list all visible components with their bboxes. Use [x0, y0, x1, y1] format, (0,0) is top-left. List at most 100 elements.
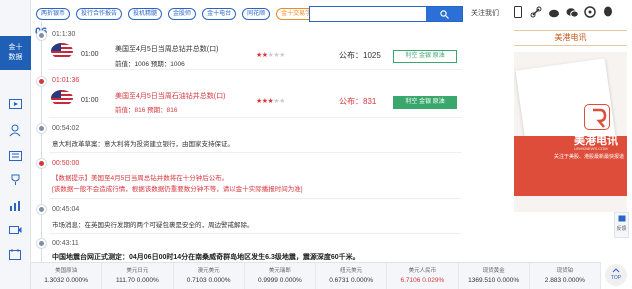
- camera-icon[interactable]: [7, 222, 23, 238]
- jin10-logo[interactable]: 金十 数据: [0, 36, 31, 70]
- timeline-dot: [37, 124, 46, 133]
- divider: [49, 152, 462, 153]
- timeline-dot: [37, 31, 46, 40]
- left-sidebar: 金十 数据: [0, 0, 31, 289]
- ticker-value: 1.3032: [44, 277, 65, 284]
- search-box: [309, 6, 463, 22]
- calendar-icon[interactable]: [7, 246, 23, 262]
- search-button[interactable]: [426, 7, 462, 21]
- ticker-item[interactable]: 美元瑞郎 0.9999 0.000%: [245, 263, 316, 289]
- ticker-value: 111.70: [115, 277, 135, 284]
- quote-ticker: 美国原油 1.3032 0.000% 美元日元 111.70 0.000% 澳元美元…: [31, 262, 601, 289]
- ticker-change: 0.000%: [65, 277, 88, 284]
- impact-badge: 利空 金银 原油: [393, 50, 457, 63]
- ad-banner[interactable]: 美港电讯 USHKNEWS.COM 关注于美股、港股最新最快报道: [514, 52, 627, 212]
- divider: [49, 233, 462, 234]
- chevron-up-icon: [612, 268, 620, 273]
- event-release-time: 01:00: [81, 51, 99, 58]
- ticker-item[interactable]: 美元人民币 6.7106 0.029%: [387, 263, 459, 289]
- divider: [49, 117, 462, 118]
- timeline-dot: [37, 205, 46, 214]
- ticker-name: 澳元美元: [197, 268, 220, 274]
- ticker-change: 0.000%: [497, 277, 520, 284]
- back-to-top-button[interactable]: TOP: [605, 264, 627, 286]
- us-flag-icon: [51, 43, 73, 59]
- news-time: 00:43:11: [52, 240, 79, 247]
- news-text[interactable]: 意大利改革草案：意大利将为投资建立银行，由国家支持保证。: [52, 138, 234, 148]
- ticker-change: 0.029%: [422, 277, 445, 284]
- ticker-value: 0.9999: [258, 277, 278, 284]
- news-icon[interactable]: [7, 148, 23, 164]
- trophy-icon[interactable]: [7, 172, 23, 188]
- divider: [49, 69, 462, 70]
- ticker-item[interactable]: 美国原油 1.3032 0.000%: [31, 263, 103, 289]
- search-input[interactable]: [310, 7, 424, 21]
- ticker-name: 美元瑞郎: [268, 268, 291, 274]
- tag-5[interactable]: 同花顺: [242, 8, 271, 20]
- ticker-item[interactable]: 澳元美元 0.7103 0.000%: [174, 263, 245, 289]
- tag-0[interactable]: 两折银币: [36, 8, 71, 20]
- event-time: 01:1:30: [52, 31, 76, 38]
- tag-4[interactable]: 金十电台: [202, 8, 237, 20]
- news-time: 00:45:04: [52, 206, 80, 213]
- news-feed: 06 01:1:30 01:00 美国至4月5日当周总钻井总数(口) 前值：10…: [31, 22, 464, 262]
- event-release-time: 01:00: [81, 97, 99, 104]
- mobile-icon[interactable]: [511, 5, 525, 19]
- ad-slogan: 关注于美股、港股最新最快报道: [554, 154, 625, 160]
- weibo-icon[interactable]: [547, 5, 561, 19]
- news-text[interactable]: 中国地震台网正式测定：04月06日00时14分在南桑威奇群岛地区发生6.3级地震…: [52, 252, 360, 262]
- timeline-dot: [37, 159, 46, 168]
- importance-stars: ★★★★★: [256, 52, 285, 59]
- user-icon[interactable]: [7, 122, 23, 138]
- ticker-item[interactable]: 现货铂 2.883 0.000%: [530, 263, 601, 289]
- event-published-value: 公布：1025: [339, 51, 381, 60]
- ticker-change: 0.000%: [136, 277, 159, 284]
- ticker-name: 美国原油: [55, 268, 78, 274]
- wechat-icon[interactable]: [565, 5, 579, 19]
- ticker-name: 现货铂: [556, 268, 574, 274]
- event-published-value: 公布：831: [339, 97, 377, 106]
- qq-icon[interactable]: [601, 5, 615, 19]
- ticker-name: 美元人民币: [408, 268, 437, 274]
- top-label: TOP: [610, 275, 622, 281]
- event-time: 01:01:36: [52, 77, 80, 84]
- news-text[interactable]: 市场消息：在英国央行发期的两个可疑包裹是安全的，周边警戒解除。: [52, 219, 254, 229]
- ticker-item[interactable]: 现货黄金 1369.510 0.000%: [459, 263, 530, 289]
- news-time: 00:54:02: [52, 125, 80, 132]
- news-text-note: [该数据一般不会造成行情，根据该数据仍重要数分钟不等，请以金十实际播报时间为准]: [52, 186, 303, 193]
- news-text[interactable]: 【数据提示】美国至4月5日当周总钻井数将在十分钟后公布。: [52, 172, 228, 182]
- feedback-button[interactable]: 反馈: [614, 212, 629, 238]
- ticker-name: 现货黄金: [482, 268, 505, 274]
- tag-2[interactable]: 投机精髓: [128, 8, 163, 20]
- video-icon[interactable]: [7, 96, 23, 112]
- ticker-value: 0.6731: [329, 277, 350, 284]
- ticker-value: 0.7103: [186, 277, 207, 284]
- ticker-item[interactable]: 美元日元 111.70 0.000%: [102, 263, 174, 289]
- tag-3[interactable]: 金股师: [168, 8, 197, 20]
- link-icon[interactable]: [529, 5, 543, 19]
- chart-icon[interactable]: [7, 198, 23, 214]
- app-root: 金十 数据 两折银币 投行合作报告 投机精髓 金股师 金十电台 同花顺 金十交易…: [0, 0, 632, 289]
- divider: [49, 198, 462, 199]
- timeline-dot: [37, 239, 46, 248]
- ticker-change: 0.000%: [208, 277, 231, 284]
- us-flag-icon: [51, 90, 73, 106]
- ticker-name: 纽元美元: [340, 268, 363, 274]
- event-title[interactable]: 美国至4月5日当周石油钻井总数(口): [115, 91, 225, 101]
- search-icon: [439, 9, 449, 19]
- feedback-label: 反馈: [616, 226, 627, 232]
- top-tag-bar: 两折银币 投行合作报告 投机精髓 金股师 金十电台 同花顺 金十交易学院: [36, 8, 323, 20]
- follow-us-label: 关注我们: [471, 10, 499, 17]
- news-time: 00:50:00: [52, 160, 80, 167]
- ticker-value: 2.883: [544, 277, 562, 284]
- impact-badge: 利空 金银 原油: [393, 96, 457, 109]
- wheel-icon[interactable]: [583, 5, 597, 19]
- ad-url: USHKNEWS.COM: [574, 146, 608, 151]
- ticker-item[interactable]: 纽元美元 0.6731 0.000%: [316, 263, 388, 289]
- event-title[interactable]: 美国至4月5日当周总钻井总数(口): [115, 44, 218, 54]
- timeline-line: [41, 22, 42, 262]
- ticker-name: 美元日元: [126, 268, 149, 274]
- ticker-change: 0.000%: [350, 277, 373, 284]
- tag-1[interactable]: 投行合作报告: [76, 8, 123, 20]
- logo-line1: 金十: [8, 44, 23, 51]
